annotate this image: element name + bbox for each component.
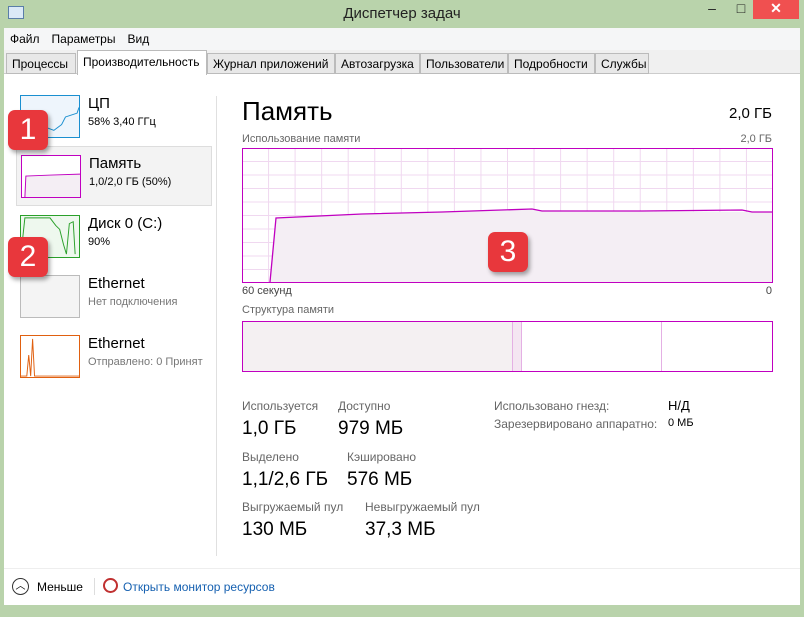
sidebar-divider — [216, 96, 217, 556]
window-body: Файл Параметры Вид Процессы Производител… — [4, 28, 800, 605]
minimize-button[interactable]: – — [698, 0, 726, 19]
menu-bar: Файл Параметры Вид — [4, 28, 800, 50]
tab-app-history[interactable]: Журнал приложений — [207, 53, 335, 74]
ethernet-2-thumbnail-graph — [20, 335, 80, 378]
hardware-reserved-label: Зарезервировано аппаратно: — [494, 417, 658, 431]
stat-cached-value: 576 МБ — [347, 469, 413, 490]
structure-modified[interactable] — [512, 322, 522, 371]
tab-details[interactable]: Подробности — [508, 53, 595, 74]
ethernet-1-status: Нет подключения — [88, 296, 178, 308]
menu-file[interactable]: Файл — [4, 32, 46, 46]
sidebar-item-memory[interactable]: Память 1,0/2,0 ГБ (50%) — [16, 146, 212, 206]
memory-label: Память — [89, 155, 142, 172]
axis-right-label: 0 — [765, 285, 772, 297]
disk-value: 90% — [88, 236, 111, 248]
axis-left-label: 60 секунд — [242, 285, 292, 297]
tab-users[interactable]: Пользователи — [420, 53, 508, 74]
hardware-reserved-value: 0 МБ — [668, 417, 694, 429]
tab-startup[interactable]: Автозагрузка — [335, 53, 420, 74]
sidebar-item-ethernet-1[interactable]: Ethernet Нет подключения — [16, 275, 212, 333]
window-title: Диспетчер задач — [343, 5, 461, 22]
ethernet-1-thumbnail-graph — [20, 275, 80, 318]
footer: ︿ Меньше Открыть монитор ресурсов — [4, 568, 800, 605]
tab-processes[interactable]: Процессы — [6, 53, 76, 74]
memory-total: 2,0 ГБ — [729, 105, 772, 122]
annotation-badge-1: 1 — [8, 110, 48, 150]
usage-label: Использование памяти — [242, 133, 361, 145]
annotation-badge-2: 2 — [8, 237, 48, 277]
memory-structure-bar — [242, 321, 773, 372]
stat-cached-label: Кэшировано — [347, 450, 417, 464]
ethernet-2-status: Отправлено: 0 Принят — [88, 356, 203, 368]
stat-available-value: 979 МБ — [338, 418, 404, 439]
stat-available-label: Доступно — [338, 399, 391, 413]
memory-value: 1,0/2,0 ГБ (50%) — [89, 176, 172, 188]
page-title: Память — [242, 96, 333, 126]
tab-performance[interactable]: Производительность — [77, 50, 207, 75]
stat-committed-label: Выделено — [242, 450, 299, 464]
stat-in-use-label: Используется — [242, 399, 319, 413]
slots-used-value: Н/Д — [668, 398, 690, 413]
fewer-details-button[interactable]: Меньше — [37, 580, 83, 594]
usage-max: 2,0 ГБ — [740, 133, 772, 145]
structure-divider — [661, 322, 662, 371]
sidebar-item-ethernet-2[interactable]: Ethernet Отправлено: 0 Принят — [16, 335, 212, 393]
cpu-label: ЦП — [88, 95, 110, 112]
tab-services[interactable]: Службы — [595, 53, 649, 74]
ethernet-1-label: Ethernet — [88, 275, 145, 292]
stat-paged-pool-value: 130 МБ — [242, 519, 308, 540]
ethernet-2-label: Ethernet — [88, 335, 145, 352]
tab-bar: Процессы Производительность Журнал прило… — [4, 50, 800, 75]
resource-monitor-icon — [103, 578, 118, 593]
memory-thumbnail-graph — [21, 155, 81, 198]
footer-divider — [94, 578, 95, 595]
annotation-badge-3: 3 — [488, 232, 528, 272]
structure-label: Структура памяти — [242, 304, 335, 316]
disk-label: Диск 0 (C:) — [88, 215, 163, 232]
title-bar[interactable]: Диспетчер задач – □ ✕ — [0, 0, 804, 28]
menu-options[interactable]: Параметры — [46, 32, 122, 46]
stat-paged-pool-label: Выгружаемый пул — [242, 500, 344, 514]
close-button[interactable]: ✕ — [753, 0, 799, 19]
stat-nonpaged-pool-value: 37,3 МБ — [365, 519, 436, 540]
chevron-up-icon[interactable]: ︿ — [12, 578, 29, 595]
stat-committed-value: 1,1/2,6 ГБ — [242, 469, 329, 490]
stat-in-use-value: 1,0 ГБ — [242, 418, 297, 439]
stat-nonpaged-pool-label: Невыгружаемый пул — [365, 500, 480, 514]
menu-view[interactable]: Вид — [121, 32, 155, 46]
slots-used-label: Использовано гнезд: — [494, 399, 610, 413]
cpu-value: 58% 3,40 ГГц — [88, 116, 156, 128]
open-resource-monitor-link[interactable]: Открыть монитор ресурсов — [123, 580, 275, 594]
maximize-button[interactable]: □ — [727, 0, 755, 19]
structure-in-use[interactable] — [243, 322, 512, 371]
